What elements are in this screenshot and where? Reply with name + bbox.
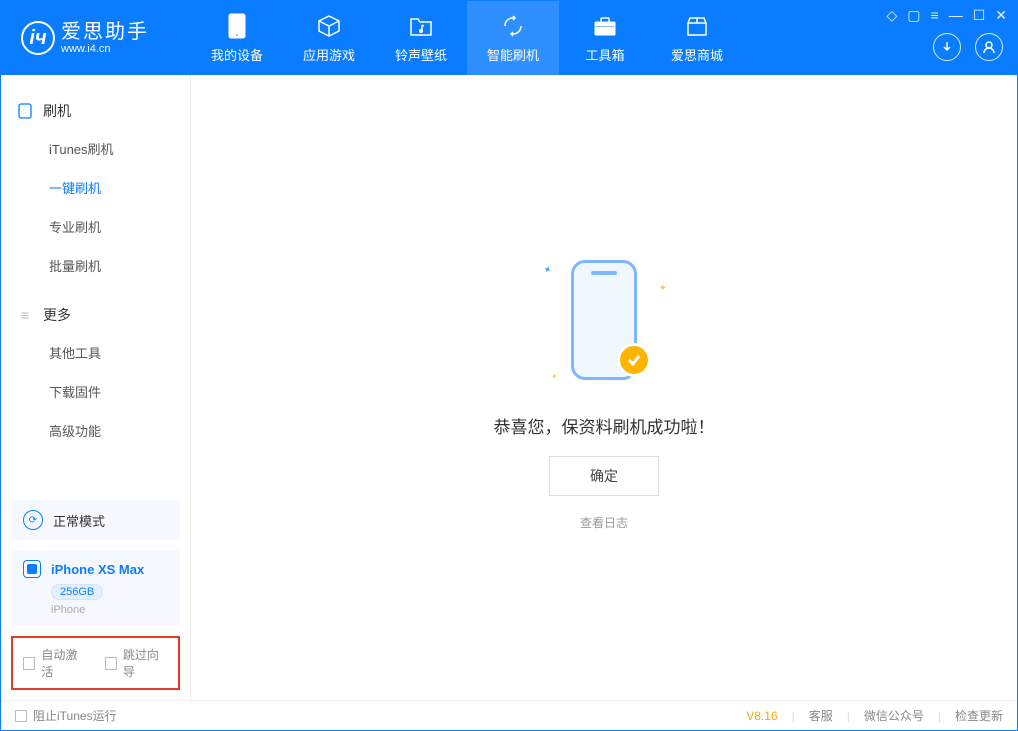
store-icon xyxy=(684,13,710,39)
close-button[interactable]: ✕ xyxy=(995,7,1007,24)
checkmark-icon xyxy=(617,343,651,377)
phone-icon xyxy=(224,13,250,39)
checkbox-skip-guide[interactable]: 跳过向导 xyxy=(105,646,169,680)
sidebar: 刷机 iTunes刷机 一键刷机 专业刷机 批量刷机 ≡ 更多 其他工具 下载固… xyxy=(1,75,191,700)
tab-store[interactable]: 爱思商城 xyxy=(651,1,743,75)
app-domain: www.i4.cn xyxy=(61,43,149,55)
app-name: 爱思助手 xyxy=(61,21,149,43)
toolbox-icon xyxy=(592,13,618,39)
mode-card[interactable]: ⟳ 正常模式 xyxy=(11,500,180,540)
checkbox-label: 跳过向导 xyxy=(123,646,168,680)
titlebar: iч 爱思助手 www.i4.cn 我的设备 应用游戏 铃声壁纸 智能刷机 工具… xyxy=(1,1,1017,75)
app-logo: iч 爱思助手 www.i4.cn xyxy=(1,21,191,55)
main-content: ✦ ✦ ✦ 恭喜您，保资料刷机成功啦！ 确定 查看日志 xyxy=(191,75,1017,700)
sidebar-item-advanced[interactable]: 高级功能 xyxy=(1,411,190,450)
main-tabs: 我的设备 应用游戏 铃声壁纸 智能刷机 工具箱 爱思商城 xyxy=(191,1,743,75)
sidebar-item-download-firmware[interactable]: 下载固件 xyxy=(1,372,190,411)
list-icon: ≡ xyxy=(17,307,33,323)
tab-label: 铃声壁纸 xyxy=(395,45,447,64)
tab-label: 工具箱 xyxy=(585,45,624,64)
refresh-icon xyxy=(500,13,526,39)
mode-icon: ⟳ xyxy=(23,510,43,530)
maximize-button[interactable]: ☐ xyxy=(973,7,986,24)
status-bar: 阻止iTunes运行 V8.16 | 客服 | 微信公众号 | 检查更新 xyxy=(1,700,1017,730)
checkbox-label: 自动激活 xyxy=(41,646,86,680)
sidebar-item-pro-flash[interactable]: 专业刷机 xyxy=(1,207,190,246)
checkbox-block-itunes[interactable]: 阻止iTunes运行 xyxy=(15,707,117,724)
tab-smart-flash[interactable]: 智能刷机 xyxy=(467,1,559,75)
version-label: V8.16 xyxy=(746,709,777,723)
minimize-button[interactable]: — xyxy=(949,7,963,24)
device-outline-icon xyxy=(17,103,33,119)
sidebar-item-other-tools[interactable]: 其他工具 xyxy=(1,333,190,372)
tab-my-device[interactable]: 我的设备 xyxy=(191,1,283,75)
check-update-link[interactable]: 检查更新 xyxy=(955,707,1003,724)
sidebar-item-oneclick-flash[interactable]: 一键刷机 xyxy=(1,168,190,207)
menu-icon[interactable]: ≡ xyxy=(931,7,939,24)
success-message: 恭喜您，保资料刷机成功啦！ xyxy=(494,413,715,438)
tab-label: 智能刷机 xyxy=(487,45,539,64)
sidebar-group-title: 刷机 xyxy=(43,101,71,121)
tab-label: 我的设备 xyxy=(211,45,263,64)
sidebar-group-flash: 刷机 xyxy=(1,93,190,129)
device-storage: 256GB xyxy=(51,584,103,600)
tab-label: 应用游戏 xyxy=(303,45,355,64)
checkbox-label: 阻止iTunes运行 xyxy=(33,707,117,724)
device-type: iPhone xyxy=(51,604,168,616)
checkbox-auto-activate[interactable]: 自动激活 xyxy=(23,646,87,680)
tab-apps[interactable]: 应用游戏 xyxy=(283,1,375,75)
sidebar-item-itunes-flash[interactable]: iTunes刷机 xyxy=(1,129,190,168)
device-name: iPhone XS Max xyxy=(51,562,144,577)
music-folder-icon xyxy=(408,13,434,39)
wechat-link[interactable]: 微信公众号 xyxy=(864,707,924,724)
logo-icon: iч xyxy=(21,21,55,55)
sidebar-item-batch-flash[interactable]: 批量刷机 xyxy=(1,246,190,285)
tshirt-icon[interactable]: ◇ xyxy=(887,7,898,24)
options-highlight-box: 自动激活 跳过向导 xyxy=(11,636,180,690)
ok-button[interactable]: 确定 xyxy=(549,456,659,496)
mode-label: 正常模式 xyxy=(53,511,105,530)
tab-ringtones[interactable]: 铃声壁纸 xyxy=(375,1,467,75)
tab-label: 爱思商城 xyxy=(671,45,723,64)
support-link[interactable]: 客服 xyxy=(809,707,833,724)
user-button[interactable] xyxy=(975,33,1003,61)
view-log-link[interactable]: 查看日志 xyxy=(580,514,628,531)
cube-icon xyxy=(316,13,342,39)
sidebar-group-title: 更多 xyxy=(43,305,71,325)
feedback-icon[interactable]: ▢ xyxy=(907,7,920,24)
device-icon xyxy=(23,560,41,578)
success-illustration: ✦ ✦ ✦ xyxy=(529,245,679,395)
download-button[interactable] xyxy=(933,33,961,61)
device-card[interactable]: iPhone XS Max 256GB iPhone xyxy=(11,550,180,626)
tab-toolbox[interactable]: 工具箱 xyxy=(559,1,651,75)
sidebar-group-more: ≡ 更多 xyxy=(1,297,190,333)
window-controls-top: ◇ ▢ ≡ — ☐ ✕ xyxy=(887,7,1007,24)
